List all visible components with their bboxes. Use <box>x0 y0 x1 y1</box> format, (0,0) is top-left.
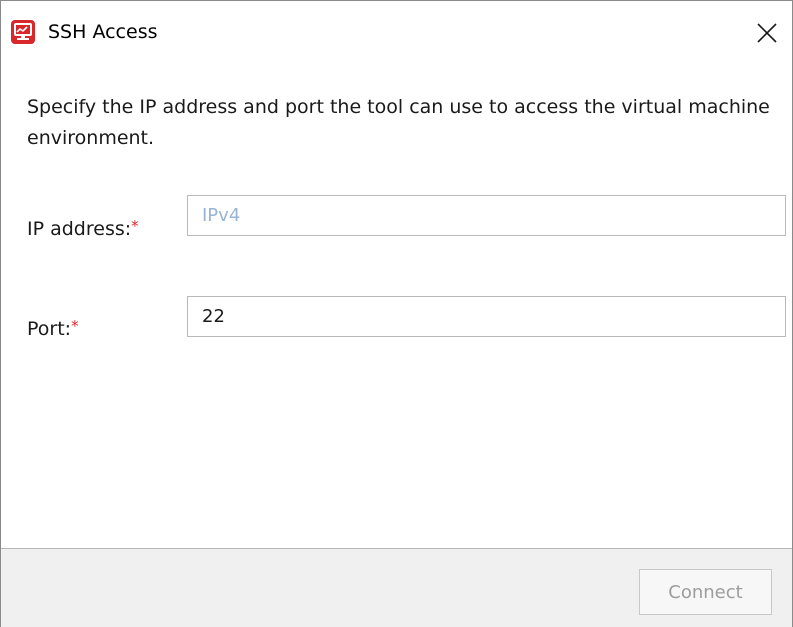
title-bar: SSH Access <box>1 1 792 65</box>
dialog-content: Specify the IP address and port the tool… <box>1 65 792 547</box>
required-marker: * <box>71 317 79 335</box>
close-icon <box>757 23 777 43</box>
port-label: Port:* <box>27 313 79 342</box>
ip-address-label-text: IP address: <box>27 218 132 240</box>
ssh-monitor-icon <box>10 19 36 45</box>
ip-address-label: IP address:* <box>27 213 139 242</box>
close-button[interactable] <box>749 15 785 51</box>
dialog-footer: Connect <box>1 548 792 627</box>
port-input[interactable] <box>187 296 786 337</box>
window-title: SSH Access <box>48 21 158 43</box>
description-text: Specify the IP address and port the tool… <box>27 96 770 149</box>
ssh-access-dialog: SSH Access Specify the IP address and po… <box>0 0 793 627</box>
port-label-text: Port: <box>27 318 72 340</box>
required-marker: * <box>131 217 139 235</box>
connect-button[interactable]: Connect <box>639 569 772 615</box>
ip-address-input[interactable] <box>187 195 786 236</box>
